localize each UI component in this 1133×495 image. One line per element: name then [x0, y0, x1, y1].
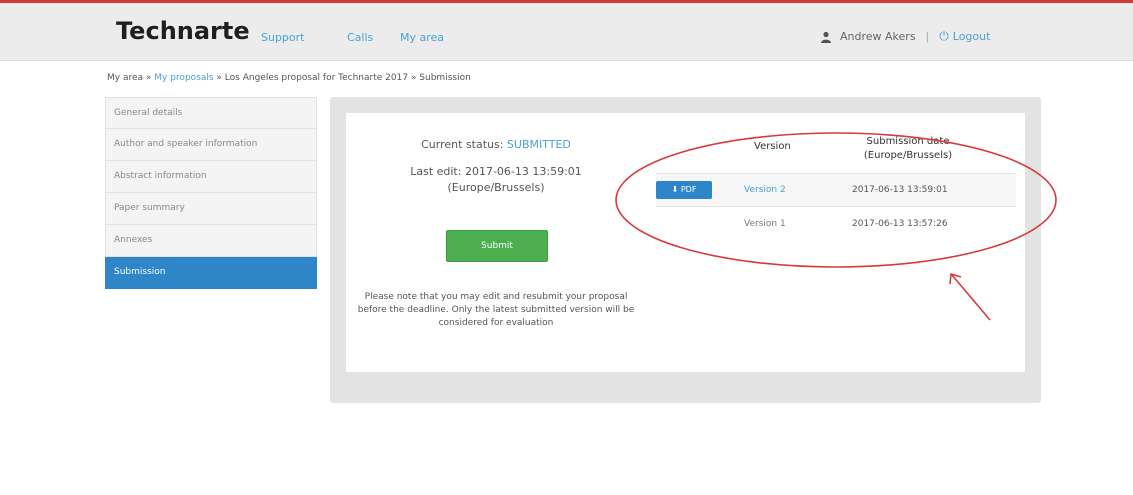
breadcrumb-my-area[interactable]: My area — [107, 73, 143, 83]
breadcrumb-proposal: Los Angeles proposal for Technarte 2017 — [224, 73, 409, 83]
breadcrumb-current: Submission — [419, 73, 471, 83]
user-name[interactable]: Andrew Akers — [840, 30, 916, 43]
sidebar-nav: General details Author and speaker infor… — [105, 97, 317, 289]
nav-support[interactable]: Support — [261, 31, 304, 44]
sidebar-item-general-details[interactable]: General details — [105, 97, 317, 129]
version-date: 2017-06-13 13:59:01 — [852, 185, 948, 195]
sidebar-item-annexes[interactable]: Annexes — [105, 225, 317, 257]
column-header-date-line1: Submission date — [866, 136, 950, 147]
pdf-download-button[interactable]: ⬇ PDF — [656, 181, 712, 199]
last-edit: Last edit: 2017-06-13 13:59:01 (Europe/B… — [346, 164, 646, 196]
sidebar-item-paper-summary[interactable]: Paper summary — [105, 193, 317, 225]
breadcrumb: My area » My proposals » Los Angeles pro… — [107, 73, 471, 83]
brand-logo[interactable]: Technarte — [116, 17, 250, 45]
nav-separator: | — [925, 30, 930, 43]
version-date: 2017-06-13 13:57:26 — [852, 219, 948, 229]
status-label: Current status: — [421, 138, 507, 151]
status-line: Current status: SUBMITTED — [346, 138, 646, 151]
download-icon: ⬇ — [671, 185, 681, 194]
resubmit-note: Please note that you may edit and resubm… — [357, 292, 635, 328]
user-icon — [821, 31, 831, 43]
column-header-date-line2: (Europe/Brussels) — [863, 150, 953, 161]
column-header-submission-date: Submission date (Europe/Brussels) — [846, 135, 970, 163]
power-icon[interactable]: ⏻ — [939, 29, 949, 44]
submission-panel: Current status: SUBMITTED Last edit: 201… — [330, 97, 1041, 403]
breadcrumb-separator: » — [408, 73, 420, 83]
breadcrumb-my-proposals[interactable]: My proposals — [154, 73, 213, 83]
nav-calls[interactable]: Calls — [347, 31, 373, 44]
sidebar-item-abstract[interactable]: Abstract information — [105, 161, 317, 193]
logout-link[interactable]: Logout — [953, 30, 991, 43]
version-link[interactable]: Version 2 — [744, 185, 786, 195]
table-divider — [656, 206, 1016, 207]
pdf-label: PDF — [680, 185, 697, 194]
last-edit-timestamp: Last edit: 2017-06-13 13:59:01 — [410, 165, 582, 178]
submission-card: Current status: SUBMITTED Last edit: 201… — [346, 113, 1025, 372]
last-edit-timezone: (Europe/Brussels) — [447, 181, 545, 194]
user-area: Andrew Akers | ⏻ Logout — [820, 29, 990, 44]
column-header-version: Version — [754, 141, 791, 152]
status-value: SUBMITTED — [506, 138, 571, 151]
submit-button[interactable]: Submit — [446, 230, 548, 262]
top-navbar: Technarte Support Calls My area Andrew A… — [0, 3, 1133, 61]
nav-my-area[interactable]: My area — [400, 31, 444, 44]
sidebar-item-submission[interactable]: Submission — [105, 257, 317, 289]
version-label: Version 1 — [744, 219, 786, 229]
breadcrumb-separator: » — [143, 73, 155, 83]
breadcrumb-separator: » — [213, 73, 225, 83]
sidebar-item-author-speaker[interactable]: Author and speaker information — [105, 129, 317, 161]
